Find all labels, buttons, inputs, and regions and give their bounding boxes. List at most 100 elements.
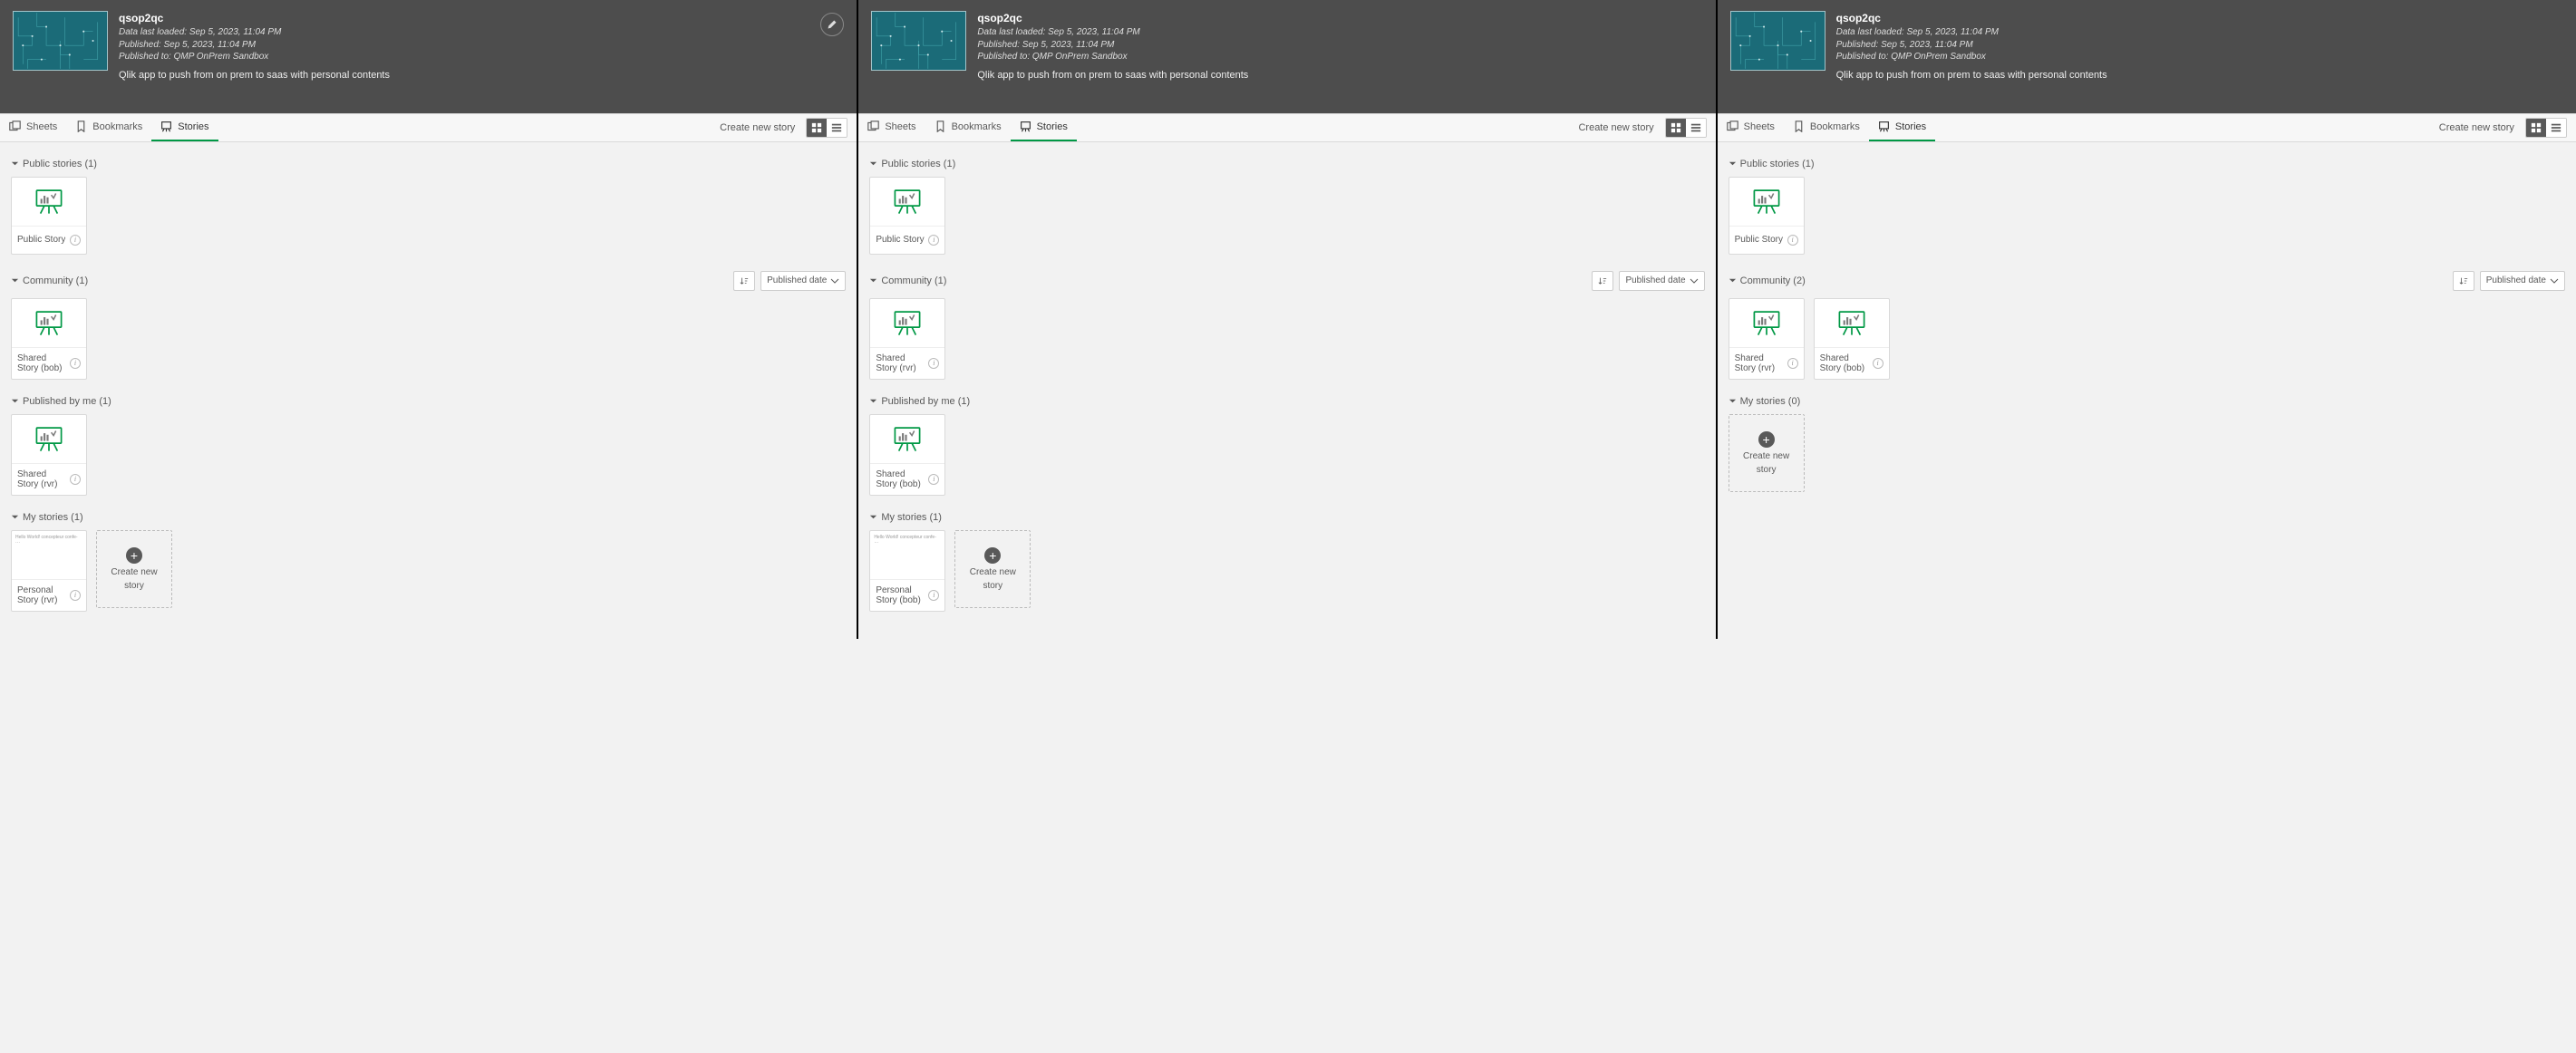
info-icon[interactable]: i bbox=[1787, 358, 1798, 369]
section-toggle[interactable]: Community (2) bbox=[1729, 275, 1806, 286]
info-icon[interactable]: i bbox=[928, 590, 939, 601]
nav-toolbar: SheetsBookmarksStories Create new story bbox=[858, 113, 1715, 142]
info-icon[interactable]: i bbox=[70, 358, 81, 369]
app-thumbnail bbox=[871, 11, 966, 71]
tab-sheets[interactable]: Sheets bbox=[858, 114, 925, 141]
create-story-card[interactable]: +Create newstory bbox=[954, 530, 1031, 608]
story-card[interactable]: Public Storyi bbox=[869, 177, 945, 255]
app-title: qsop2qc bbox=[119, 11, 390, 25]
sort-order-button[interactable] bbox=[733, 271, 755, 291]
story-label: Shared Story (rvr) bbox=[876, 353, 925, 373]
story-thumbnail bbox=[1729, 178, 1804, 227]
story-card[interactable]: Hello World! concepteur confe- ··· Person… bbox=[11, 530, 87, 612]
create-story-card[interactable]: +Create newstory bbox=[1729, 414, 1805, 492]
info-icon[interactable]: i bbox=[928, 474, 939, 485]
story-card[interactable]: Public Storyi bbox=[1729, 177, 1805, 255]
story-thumbnail bbox=[870, 299, 944, 348]
story-label: Personal Story (bob) bbox=[876, 585, 925, 605]
tab-sheets[interactable]: Sheets bbox=[1718, 114, 1784, 141]
app-header: qsop2qcData last loaded: Sep 5, 2023, 11… bbox=[1718, 0, 2576, 113]
edit-button[interactable] bbox=[820, 13, 844, 36]
story-card[interactable]: Shared Story (rvr)i bbox=[869, 298, 945, 380]
info-icon[interactable]: i bbox=[70, 590, 81, 601]
app-published-to: Published to: QMP OnPrem Sandbox bbox=[977, 51, 1248, 63]
grid-view-button[interactable] bbox=[1666, 119, 1686, 137]
tab-bookmarks[interactable]: Bookmarks bbox=[66, 114, 151, 141]
section-header: Community (1) Published date bbox=[858, 264, 1715, 298]
tab-bookmarks[interactable]: Bookmarks bbox=[1784, 114, 1869, 141]
story-thumbnail bbox=[12, 299, 86, 348]
info-icon[interactable]: i bbox=[928, 235, 939, 246]
tab-stories[interactable]: Stories bbox=[1869, 114, 1935, 141]
create-story-link[interactable]: Create new story bbox=[2428, 122, 2525, 133]
app-thumbnail bbox=[1730, 11, 1825, 71]
info-icon[interactable]: i bbox=[70, 474, 81, 485]
list-view-button[interactable] bbox=[1686, 119, 1706, 137]
info-icon[interactable]: i bbox=[1873, 358, 1884, 369]
section-header: Public stories (1) bbox=[858, 151, 1715, 177]
section-header: Public stories (1) bbox=[0, 151, 857, 177]
section-toggle[interactable]: My stories (0) bbox=[1729, 396, 1801, 407]
tab-bookmarks[interactable]: Bookmarks bbox=[925, 114, 1011, 141]
story-card[interactable]: Shared Story (bob)i bbox=[869, 414, 945, 496]
app-title: qsop2qc bbox=[1836, 11, 2107, 25]
tab-stories[interactable]: Stories bbox=[151, 114, 218, 141]
plus-icon: + bbox=[984, 547, 1001, 564]
story-card[interactable]: Shared Story (bob) i bbox=[11, 298, 87, 380]
story-label: Shared Story (bob) bbox=[17, 353, 66, 373]
grid-view-button[interactable] bbox=[807, 119, 827, 137]
story-thumbnail bbox=[1815, 299, 1889, 348]
story-card[interactable]: Shared Story (bob)i bbox=[1814, 298, 1890, 380]
story-card[interactable]: Hello World! concepteur confe- ··· Person… bbox=[869, 530, 945, 612]
info-icon[interactable]: i bbox=[928, 358, 939, 369]
section-header: Published by me (1) bbox=[858, 389, 1715, 414]
story-thumbnail: Hello World! concepteur confe- ··· bbox=[12, 531, 86, 580]
section-toggle[interactable]: Community (1) bbox=[11, 275, 88, 286]
app-header: qsop2qcData last loaded: Sep 5, 2023, 11… bbox=[858, 0, 1715, 113]
section-header: Community (1) Published date bbox=[0, 264, 857, 298]
tab-sheets[interactable]: Sheets bbox=[0, 114, 66, 141]
app-published: Published: Sep 5, 2023, 11:04 PM bbox=[1836, 39, 2107, 52]
app-published: Published: Sep 5, 2023, 11:04 PM bbox=[977, 39, 1248, 52]
section-toggle[interactable]: Published by me (1) bbox=[869, 396, 970, 407]
section-toggle[interactable]: Public stories (1) bbox=[1729, 159, 1815, 169]
section-toggle[interactable]: My stories (1) bbox=[11, 512, 83, 523]
create-story-link[interactable]: Create new story bbox=[1567, 122, 1664, 133]
section-header: Public stories (1) bbox=[1718, 151, 2576, 177]
info-icon[interactable]: i bbox=[70, 235, 81, 246]
sort-field-dropdown[interactable]: Published date bbox=[2480, 271, 2565, 291]
story-thumbnail: Hello World! concepteur confe- ··· bbox=[870, 531, 944, 580]
sort-order-button[interactable] bbox=[2453, 271, 2474, 291]
app-description: Qlik app to push from on prem to saas wi… bbox=[1836, 69, 2107, 82]
section-toggle[interactable]: My stories (1) bbox=[869, 512, 942, 523]
app-published-to: Published to: QMP OnPrem Sandbox bbox=[1836, 51, 2107, 63]
story-label: Public Story bbox=[17, 235, 65, 245]
list-view-button[interactable] bbox=[827, 119, 847, 137]
story-card[interactable]: Public Story i bbox=[11, 177, 87, 255]
story-card[interactable]: Shared Story (rvr) i bbox=[11, 414, 87, 496]
app-thumbnail bbox=[13, 11, 108, 71]
story-thumbnail bbox=[12, 415, 86, 464]
section-toggle[interactable]: Public stories (1) bbox=[11, 159, 97, 169]
story-label: Shared Story (rvr) bbox=[17, 469, 66, 489]
sort-order-button[interactable] bbox=[1592, 271, 1613, 291]
sort-field-dropdown[interactable]: Published date bbox=[1619, 271, 1704, 291]
story-card[interactable]: Shared Story (rvr)i bbox=[1729, 298, 1805, 380]
list-view-button[interactable] bbox=[2546, 119, 2566, 137]
tab-stories[interactable]: Stories bbox=[1011, 114, 1077, 141]
section-header: My stories (0) bbox=[1718, 389, 2576, 414]
sort-field-dropdown[interactable]: Published date bbox=[760, 271, 846, 291]
section-header: My stories (1) bbox=[858, 505, 1715, 530]
create-story-card[interactable]: +Create newstory bbox=[96, 530, 172, 608]
app-published: Published: Sep 5, 2023, 11:04 PM bbox=[119, 39, 390, 52]
app-published-to: Published to: QMP OnPrem Sandbox bbox=[119, 51, 390, 63]
section-toggle[interactable]: Public stories (1) bbox=[869, 159, 955, 169]
section-toggle[interactable]: Community (1) bbox=[869, 275, 946, 286]
grid-view-button[interactable] bbox=[2526, 119, 2546, 137]
section-toggle[interactable]: Published by me (1) bbox=[11, 396, 111, 407]
info-icon[interactable]: i bbox=[1787, 235, 1798, 246]
story-label: Shared Story (rvr) bbox=[1735, 353, 1784, 373]
section-header: My stories (1) bbox=[0, 505, 857, 530]
story-label: Personal Story (rvr) bbox=[17, 585, 66, 605]
create-story-link[interactable]: Create new story bbox=[709, 122, 806, 133]
